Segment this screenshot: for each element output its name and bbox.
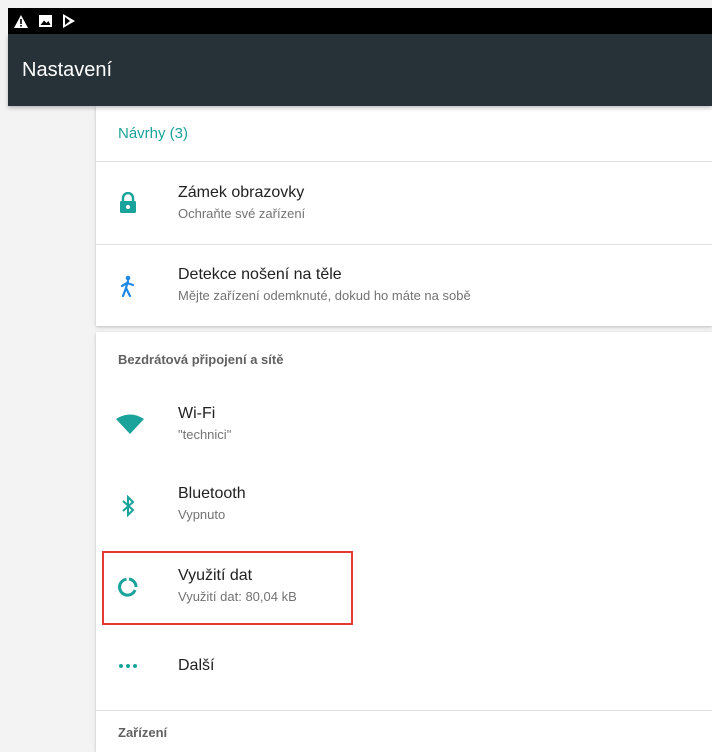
suggestion-item-on-body-detection[interactable]: Detekce nošení na těle Mějte zařízení od… [96,245,712,326]
suggestion-subtitle: Ochraňte své zařízení [178,206,306,221]
suggestion-item-screen-lock[interactable]: Zámek obrazovky Ochraňte své zařízení [96,163,712,244]
settings-content[interactable]: Návrhy (3) Zámek obrazovky Ochraňte své … [96,106,712,752]
warning-icon [14,14,28,28]
image-icon [38,14,52,28]
wifi-icon [116,412,144,436]
settings-list-card: Bezdrátová připojení a sítě Wi-Fi "techn… [96,332,712,752]
data-usage-icon [116,575,140,599]
lock-icon [116,191,140,215]
status-bar [8,8,712,34]
settings-item-title: Bluetooth [178,485,246,502]
settings-item-bluetooth[interactable]: Bluetooth Vypnuto [96,464,712,546]
bluetooth-icon [116,494,140,518]
settings-item-data-usage[interactable]: Využití dat Využití dat: 80,04 kB [96,546,712,626]
suggestion-title: Detekce nošení na těle [178,266,342,283]
suggestions-header[interactable]: Návrhy (3) [96,106,712,162]
suggestions-card: Návrhy (3) Zámek obrazovky Ochraňte své … [96,106,712,326]
app-toolbar: Nastavení [8,34,712,106]
person-walking-icon [116,274,140,298]
settings-item-subtitle: Využití dat: 80,04 kB [178,589,297,604]
suggestion-title: Zámek obrazovky [178,184,305,201]
settings-item-more[interactable]: Další [96,626,712,706]
settings-item-subtitle: "technici" [178,427,232,442]
more-icon [116,654,140,678]
settings-item-title: Využití dat [178,567,253,584]
play-store-icon [62,14,76,28]
settings-item-title: Wi-Fi [178,405,216,422]
settings-item-title: Další [178,657,215,674]
divider [96,710,712,711]
page-title: Nastavení [22,58,113,81]
suggestion-subtitle: Mějte zařízení odemknuté, dokud ho máte … [178,288,471,303]
settings-item-wifi[interactable]: Wi-Fi "technici" [96,384,712,464]
suggestions-header-label: Návrhy (3) [118,125,189,142]
settings-item-subtitle: Vypnuto [178,507,226,522]
section-title-wireless: Bezdrátová připojení a sítě [118,352,284,367]
